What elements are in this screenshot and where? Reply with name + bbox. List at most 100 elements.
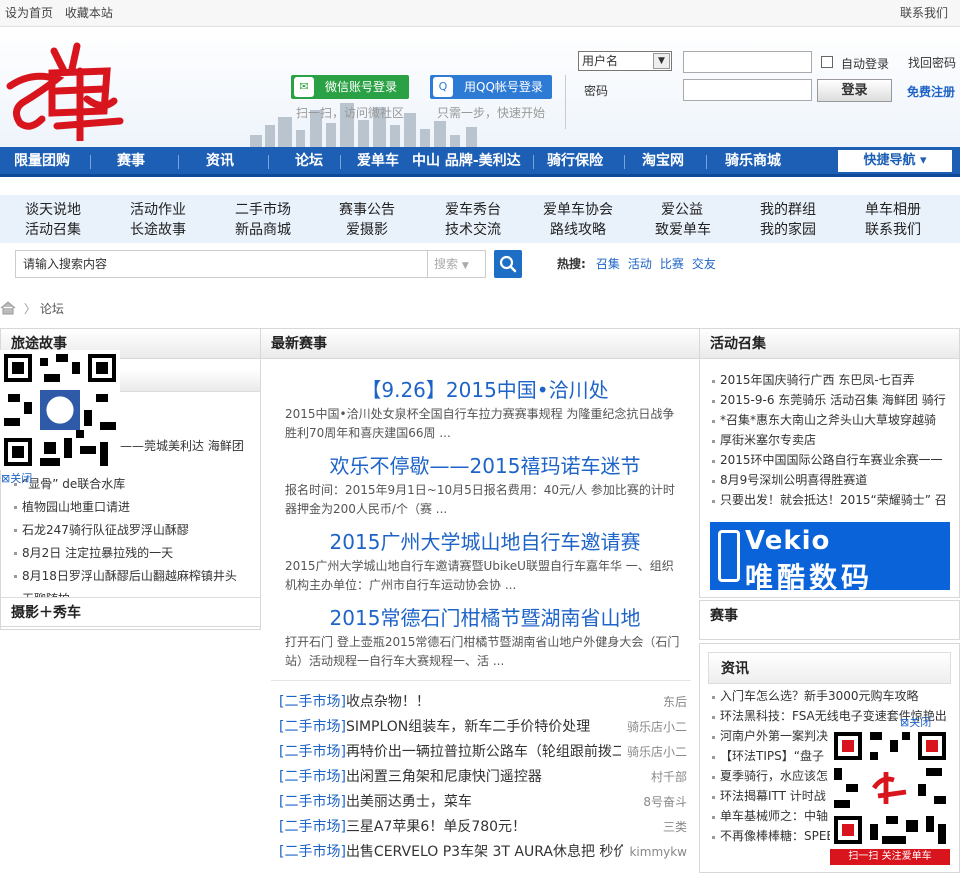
list-item[interactable]: 2015-9-6 东莞骑乐 活动召集 海鲜团 骑行 [710,390,950,410]
subnav-link[interactable]: 二手市场 [235,200,291,220]
list-item[interactable]: “显骨” de联合水库 [12,473,257,496]
hot-search-link[interactable]: 活动 [628,257,652,271]
nav-item-races[interactable]: 赛事 [117,147,145,175]
subnav-link[interactable]: 爱车秀台 [445,200,501,220]
thread-author[interactable]: 骑乐店小二 [620,740,687,765]
subnav-link[interactable]: 活动召集 [25,220,81,240]
search-scope-select[interactable]: 搜索 ▼ [428,250,486,278]
feature-title[interactable]: 欢乐不停歇——2015禧玛诺车迷节 [275,451,695,481]
list-item[interactable]: 植物园山地重口请进 [12,496,257,519]
auto-login-checkbox[interactable] [821,56,833,68]
nav-item-news[interactable]: 资讯 [206,147,234,175]
list-item[interactable]: 2015环中国国际公路自行车赛业余赛一一 [710,450,950,470]
table-row[interactable]: [二手市场]出闲置三角架和尼康快门遥控器 村千部 [279,765,691,790]
thread-title[interactable]: 再特价出一辆拉普拉斯公路车（轮组跟前拨二 [346,744,626,760]
thread-category[interactable]: [二手市场] [279,794,346,810]
subnav-link[interactable]: 长途故事 [130,220,186,240]
hot-search-link[interactable]: 比赛 [660,257,684,271]
thread-title[interactable]: 出美丽达勇士，菜车 [346,794,472,810]
nav-item-forum[interactable]: 论坛 [295,147,323,175]
subnav-link[interactable]: 致爱单车 [655,220,711,240]
list-item[interactable]: 8月9号深圳公明喜得胜赛道 [710,470,950,490]
thread-category[interactable]: [二手市场] [279,769,346,785]
list-item[interactable]: 8月18日罗浮山酥醪后山翻越麻榨镇井头 [12,565,257,588]
hot-search-link[interactable]: 召集 [596,257,620,271]
subnav-link[interactable]: 爱单车协会 [543,200,613,220]
feature-title[interactable]: 2015常德石门柑橘节暨湖南省山地 [275,603,695,633]
table-row[interactable]: [二手市场]SIMPLON组装车，新车二手价特价处理 骑乐店小二 [279,715,691,740]
hot-search-link[interactable]: 交友 [692,257,716,271]
subnav-link[interactable]: 爱摄影 [346,220,388,240]
subnav-link[interactable]: 赛事公告 [339,200,395,220]
nav-item-insurance[interactable]: 骑行保险 [547,147,603,175]
table-row[interactable]: [二手市场]三星A7苹果6！单反780元！ 三类 [279,815,691,840]
feature-title[interactable]: 2015广州大学城山地自行车邀请赛 [275,527,695,557]
nav-item-aidanche[interactable]: 爱单车 [357,147,399,175]
subnav-link[interactable]: 我的家园 [760,220,816,240]
thread-title[interactable]: 收点杂物！！ [346,694,430,710]
login-button[interactable]: 登录 [817,79,892,102]
subnav-link[interactable]: 单车相册 [865,200,921,220]
list-item[interactable]: 只要出发！就会抵达！2015“荣耀骑士” 召 [710,490,950,510]
close-qr-link[interactable]: ⊠关闭 [1,470,32,486]
home-icon[interactable] [0,301,16,315]
login-type-select[interactable]: 用户名 ▼ [578,51,672,71]
username-input[interactable] [683,51,812,73]
list-item[interactable]: 石龙247骑行队征战罗浮山酥醪 [12,519,257,542]
thread-author[interactable]: kimmykw [623,840,687,865]
subnav-link[interactable]: 谈天说地 [25,200,81,220]
nav-item-mall[interactable]: 骑乐商城 [725,147,781,175]
thread-title[interactable]: 出闲置三角架和尼康快门遥控器 [346,769,542,785]
thread-title[interactable]: 三星A7苹果6！单反780元！ [346,819,526,835]
table-row[interactable]: [二手市场]再特价出一辆拉普拉斯公路车（轮组跟前拨二 骑乐店小二 [279,740,691,765]
thread-author[interactable]: 村千部 [644,765,687,790]
search-button[interactable] [494,250,522,278]
find-password-link[interactable]: 找回密码 [908,54,956,71]
thread-category[interactable]: [二手市场] [279,844,346,860]
subnav-link[interactable]: 活动作业 [130,200,186,220]
search-input[interactable]: 请输入搜索内容 [15,250,428,278]
subnav-link[interactable]: 技术交流 [445,220,501,240]
thread-category[interactable]: [二手市场] [279,819,346,835]
thread-category[interactable]: [二手市场] [279,694,346,710]
breadcrumb-current[interactable]: 论坛 [40,302,64,316]
subnav-link[interactable]: 路线攻略 [550,220,606,240]
thread-author[interactable]: 8号奋斗 [637,790,687,815]
travel-stories-list: “显骨” de联合水库 植物园山地重口请进 石龙247骑行队征战罗浮山酥醪 8月… [12,473,257,611]
dropdown-arrow-icon: ▼ [653,53,670,69]
subnav-link[interactable]: 爱公益 [661,200,703,220]
thread-category[interactable]: [二手市场] [279,719,346,735]
thread-author[interactable]: 三类 [656,815,687,840]
thread-title[interactable]: SIMPLON组装车，新车二手价特价处理 [346,719,590,735]
wechat-login-button[interactable]: ✉ 微信账号登录 [291,75,409,99]
password-input[interactable] [683,79,812,101]
list-item[interactable]: 入门车怎么选？新手3000元购车攻略 [710,686,950,706]
feature-title[interactable]: 【9.26】2015中国•洽川处 [275,375,695,405]
nav-item-zhongshan-merida[interactable]: 中山 品牌-美利达 [412,147,521,175]
site-logo[interactable] [2,41,127,141]
thread-author[interactable]: 东后 [656,690,687,715]
bookmark-link[interactable]: 收藏本站 [65,6,113,20]
contact-link[interactable]: 联系我们 [900,0,948,26]
thread-title[interactable]: 出售CERVELO P3车架 3T AURA休息把 秒价出 [346,844,642,860]
vekio-ad-banner[interactable]: Vekio 唯酷数码 [710,522,950,594]
thread-author[interactable]: 骑乐店小二 [620,715,687,740]
subnav-link[interactable]: 新品商城 [235,220,291,240]
table-row[interactable]: [二手市场]出售CERVELO P3车架 3T AURA休息把 秒价出 kimmy… [279,840,691,865]
table-row[interactable]: [二手市场]出美丽达勇士，菜车 8号奋斗 [279,790,691,815]
subnav-link[interactable]: 联系我们 [865,220,921,240]
nav-item-group-buy[interactable]: 限量团购 [14,147,70,175]
left-partial-item[interactable]: ——莞城美利达 海鲜团 [120,437,244,454]
list-item[interactable]: *召集*惠东大南山之斧头山大草坡穿越骑 [710,410,950,430]
thread-category[interactable]: [二手市场] [279,744,346,760]
register-link[interactable]: 免费注册 [907,83,955,100]
set-home-link[interactable]: 设为首页 [5,6,53,20]
table-row[interactable]: [二手市场]收点杂物！！ 东后 [279,690,691,715]
nav-item-taobao[interactable]: 淘宝网 [642,147,684,175]
subnav-link[interactable]: 我的群组 [760,200,816,220]
list-item[interactable]: 8月2日 注定拉暴拉残的一天 [12,542,257,565]
list-item[interactable]: 2015年国庆骑行广西 东巴凤-七百弄 [710,370,950,390]
qq-login-button[interactable]: Q 用QQ帐号登录 [430,75,552,99]
quick-nav-button[interactable]: 快捷导航 ▾ [838,150,952,172]
list-item[interactable]: 厚街米塞尔专卖店 [710,430,950,450]
